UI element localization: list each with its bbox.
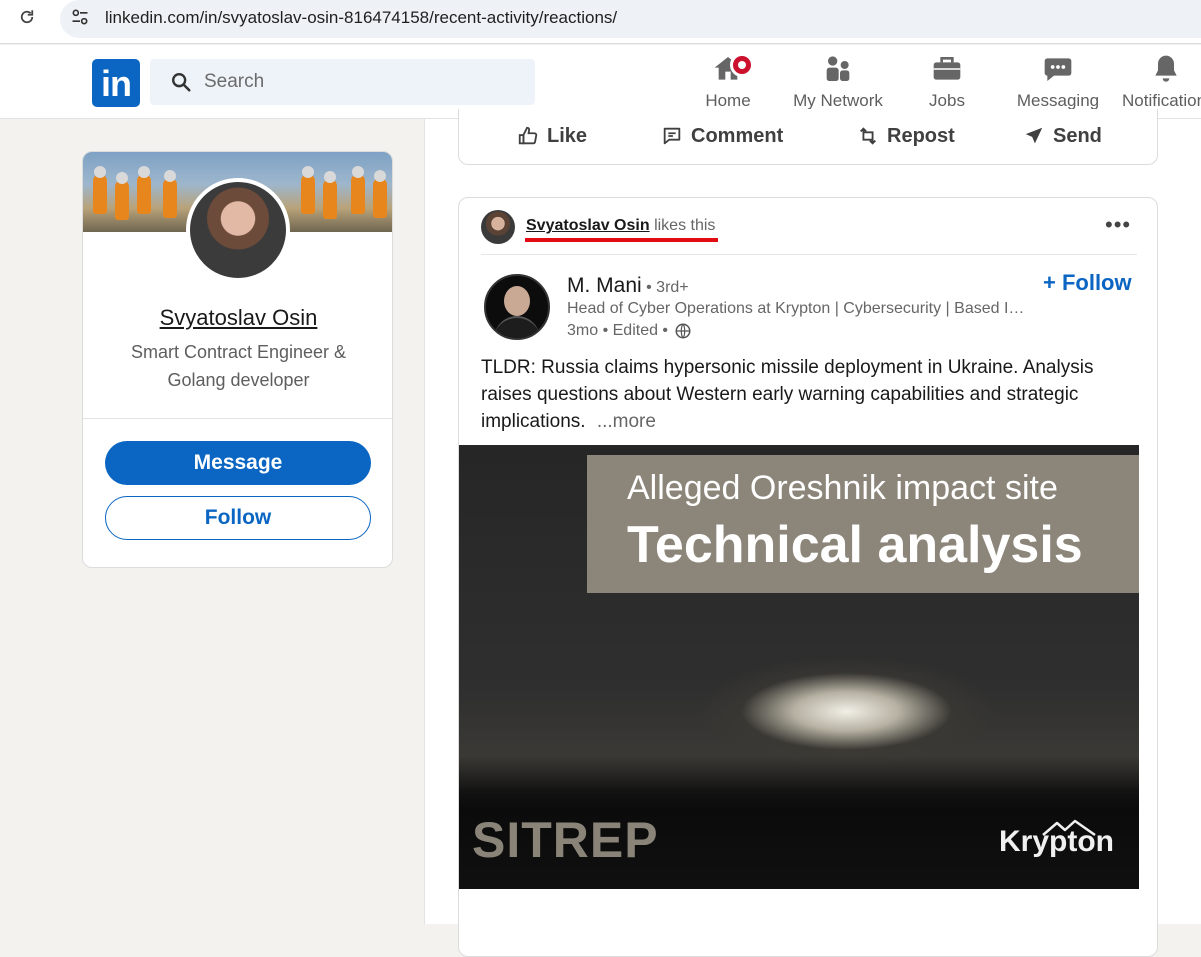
- send-icon: [1025, 127, 1043, 144]
- profile-card: Svyatoslav Osin Smart Contract Engineer …: [82, 151, 393, 568]
- comment-label: Comment: [691, 124, 784, 147]
- briefcase-icon: [933, 57, 961, 80]
- author-name-link[interactable]: M. Mani: [567, 274, 642, 297]
- post-text: TLDR: Russia claims hypersonic missile d…: [481, 354, 1121, 435]
- post-image[interactable]: Alleged Oreshnik impact site Technical a…: [459, 445, 1139, 889]
- like-button[interactable]: Like: [517, 123, 587, 149]
- send-button[interactable]: Send: [1023, 123, 1102, 149]
- see-more-link[interactable]: ...more: [597, 411, 656, 432]
- like-label: Like: [547, 124, 588, 147]
- repost-button[interactable]: Repost: [857, 123, 955, 149]
- previous-post-action-bar: Like Comment Repost Send: [458, 109, 1158, 165]
- nav-messaging[interactable]: Messaging: [1016, 53, 1100, 113]
- nav-my-network-label: My Network: [793, 91, 883, 110]
- search-box[interactable]: [150, 59, 535, 105]
- profile-name[interactable]: Svyatoslav Osin: [83, 305, 392, 331]
- nav-my-network[interactable]: My Network: [790, 53, 886, 113]
- banner-line-2: Technical analysis: [627, 516, 1083, 574]
- messaging-icon: [1044, 58, 1072, 81]
- url-text[interactable]: linkedin.com/in/svyatoslav-osin-81647415…: [105, 8, 617, 28]
- network-icon: [826, 56, 850, 81]
- search-input[interactable]: [204, 67, 504, 97]
- reload-icon[interactable]: [16, 6, 38, 28]
- send-label: Send: [1053, 124, 1102, 147]
- reactor-name-link[interactable]: Svyatoslav Osin: [526, 217, 650, 234]
- divider: [481, 254, 1137, 255]
- reaction-text: likes this: [649, 217, 716, 234]
- repost-label: Repost: [887, 124, 955, 147]
- banner-line-1: Alleged Oreshnik impact site: [627, 469, 1058, 507]
- comment-button[interactable]: Comment: [661, 123, 783, 149]
- like-icon: [518, 126, 538, 145]
- post-body: TLDR: Russia claims hypersonic missile d…: [481, 357, 1094, 432]
- nav-messaging-label: Messaging: [1016, 91, 1100, 110]
- reactor-avatar[interactable]: [481, 210, 515, 244]
- author-name-line: M. Mani • 3rd+: [567, 274, 689, 298]
- image-banner: Alleged Oreshnik impact site Technical a…: [587, 455, 1139, 593]
- tune-icon[interactable]: [70, 7, 90, 27]
- bell-icon: [1155, 55, 1177, 82]
- top-navigation: in Home My Network Jobs Messaging Notifi…: [0, 45, 1201, 119]
- notification-badge: [730, 53, 754, 77]
- author-headline: Head of Cyber Operations at Krypton | Cy…: [567, 300, 1025, 317]
- red-annotation-underline: [525, 238, 718, 242]
- nav-notifications-label: Notifications: [1122, 91, 1201, 110]
- krypton-watermark: Krypton: [999, 825, 1114, 858]
- globe-icon: [675, 323, 691, 339]
- message-button[interactable]: Message: [105, 441, 371, 485]
- profile-headline: Smart Contract Engineer & Golang develop…: [130, 342, 347, 390]
- activity-feed: Like Comment Repost Send Svyatoslav Osin…: [424, 109, 1201, 957]
- nav-home[interactable]: Home: [700, 53, 756, 113]
- profile-avatar[interactable]: [186, 178, 290, 282]
- author-avatar[interactable]: [484, 274, 550, 340]
- connection-degree: • 3rd+: [641, 279, 689, 296]
- more-options-icon[interactable]: •••: [1105, 212, 1131, 238]
- post-timestamp: 3mo • Edited •: [567, 322, 692, 340]
- browser-address-bar: linkedin.com/in/svyatoslav-osin-81647415…: [0, 0, 1201, 44]
- reaction-header: Svyatoslav Osin likes this: [526, 217, 715, 235]
- sitrep-watermark: SITREP: [472, 812, 659, 868]
- nav-notifications[interactable]: Notifications: [1118, 53, 1201, 113]
- comment-icon: [663, 127, 681, 145]
- repost-icon: [860, 127, 876, 145]
- follow-author-button[interactable]: + Follow: [1043, 270, 1132, 296]
- nav-jobs[interactable]: Jobs: [920, 53, 974, 113]
- nav-home-label: Home: [705, 91, 751, 110]
- search-icon: [172, 73, 191, 92]
- nav-jobs-label: Jobs: [929, 91, 965, 110]
- linkedin-logo[interactable]: in: [92, 59, 140, 107]
- activity-post: Svyatoslav Osin likes this ••• M. Mani •…: [458, 197, 1158, 957]
- follow-button[interactable]: Follow: [105, 496, 371, 540]
- post-time-text: 3mo • Edited •: [567, 322, 669, 339]
- divider: [83, 418, 392, 419]
